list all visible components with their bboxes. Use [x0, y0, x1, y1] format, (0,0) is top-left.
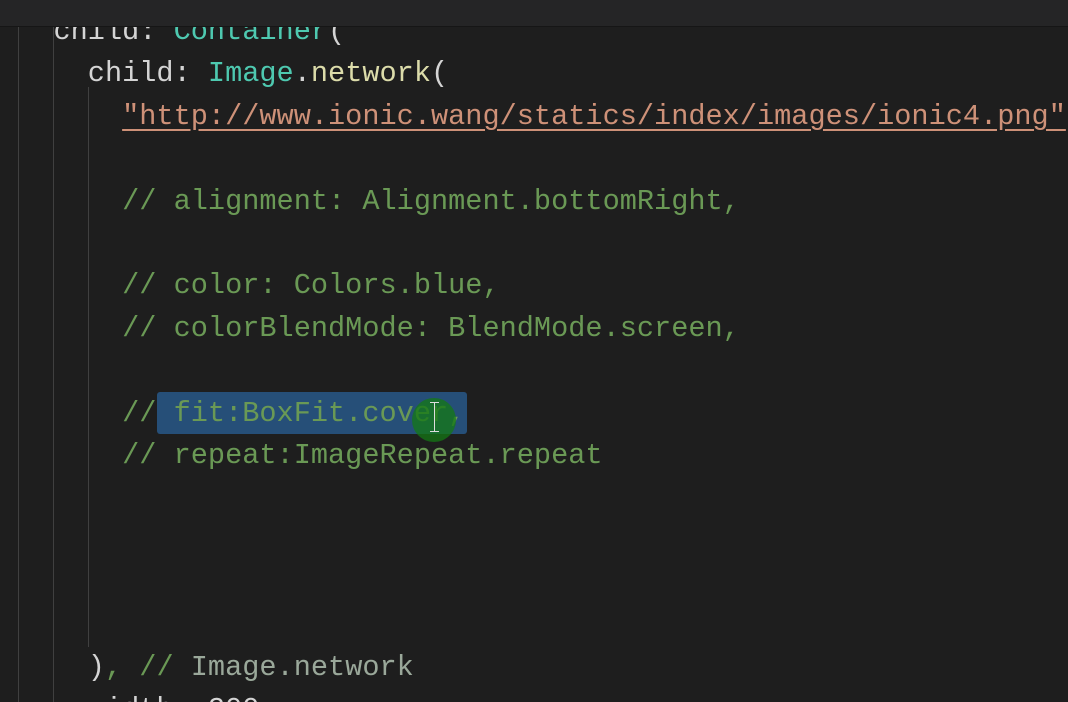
code-line[interactable]: // colorBlendMode: BlendMode.screen,	[122, 308, 740, 350]
code-token: Image	[207, 57, 294, 91]
editor-tab-bar	[0, 0, 1068, 27]
code-line[interactable]: // repeat:ImageRepeat.repeat	[122, 435, 602, 477]
code-line[interactable]: // alignment: Alignment.bottomRight,	[122, 181, 740, 223]
code-token: child:	[53, 27, 174, 48]
code-token: "http://www.ionic.wang/statics/index/ima…	[122, 99, 1066, 133]
code-token: )	[87, 651, 105, 684]
indent-guide	[18, 27, 19, 702]
code-token: , //	[104, 651, 191, 684]
code-token: width: 300,	[88, 693, 277, 702]
code-line[interactable]: child: Image.network(	[88, 53, 448, 95]
code-token: (	[328, 27, 346, 48]
code-line[interactable]: ), // Image.network	[88, 647, 414, 689]
code-token: (	[431, 57, 449, 91]
indent-guide	[53, 27, 54, 702]
code-token: // alignment: Alignment.bottomRight,	[122, 184, 740, 218]
code-line[interactable]: // color: Colors.blue,	[122, 265, 500, 307]
code-token: // repeat:ImageRepeat.repeat	[122, 439, 603, 472]
code-line[interactable]: child: Container(	[53, 27, 345, 53]
code-token: child:	[87, 57, 208, 91]
code-editor[interactable]: child: Container(child: Image.network("h…	[0, 27, 1068, 702]
text-cursor-icon	[430, 402, 439, 432]
code-line[interactable]: "http://www.ionic.wang/statics/index/ima…	[122, 96, 1066, 138]
indent-guide	[88, 87, 89, 647]
code-token: // color: Colors.blue,	[122, 269, 500, 303]
code-token: Container	[173, 27, 329, 48]
code-token: .	[293, 57, 311, 91]
code-token: network	[310, 57, 432, 91]
code-token: Image.network	[190, 651, 414, 684]
code-line[interactable]: width: 300,	[88, 689, 277, 702]
code-token: // colorBlendMode: BlendMode.screen,	[122, 311, 740, 345]
